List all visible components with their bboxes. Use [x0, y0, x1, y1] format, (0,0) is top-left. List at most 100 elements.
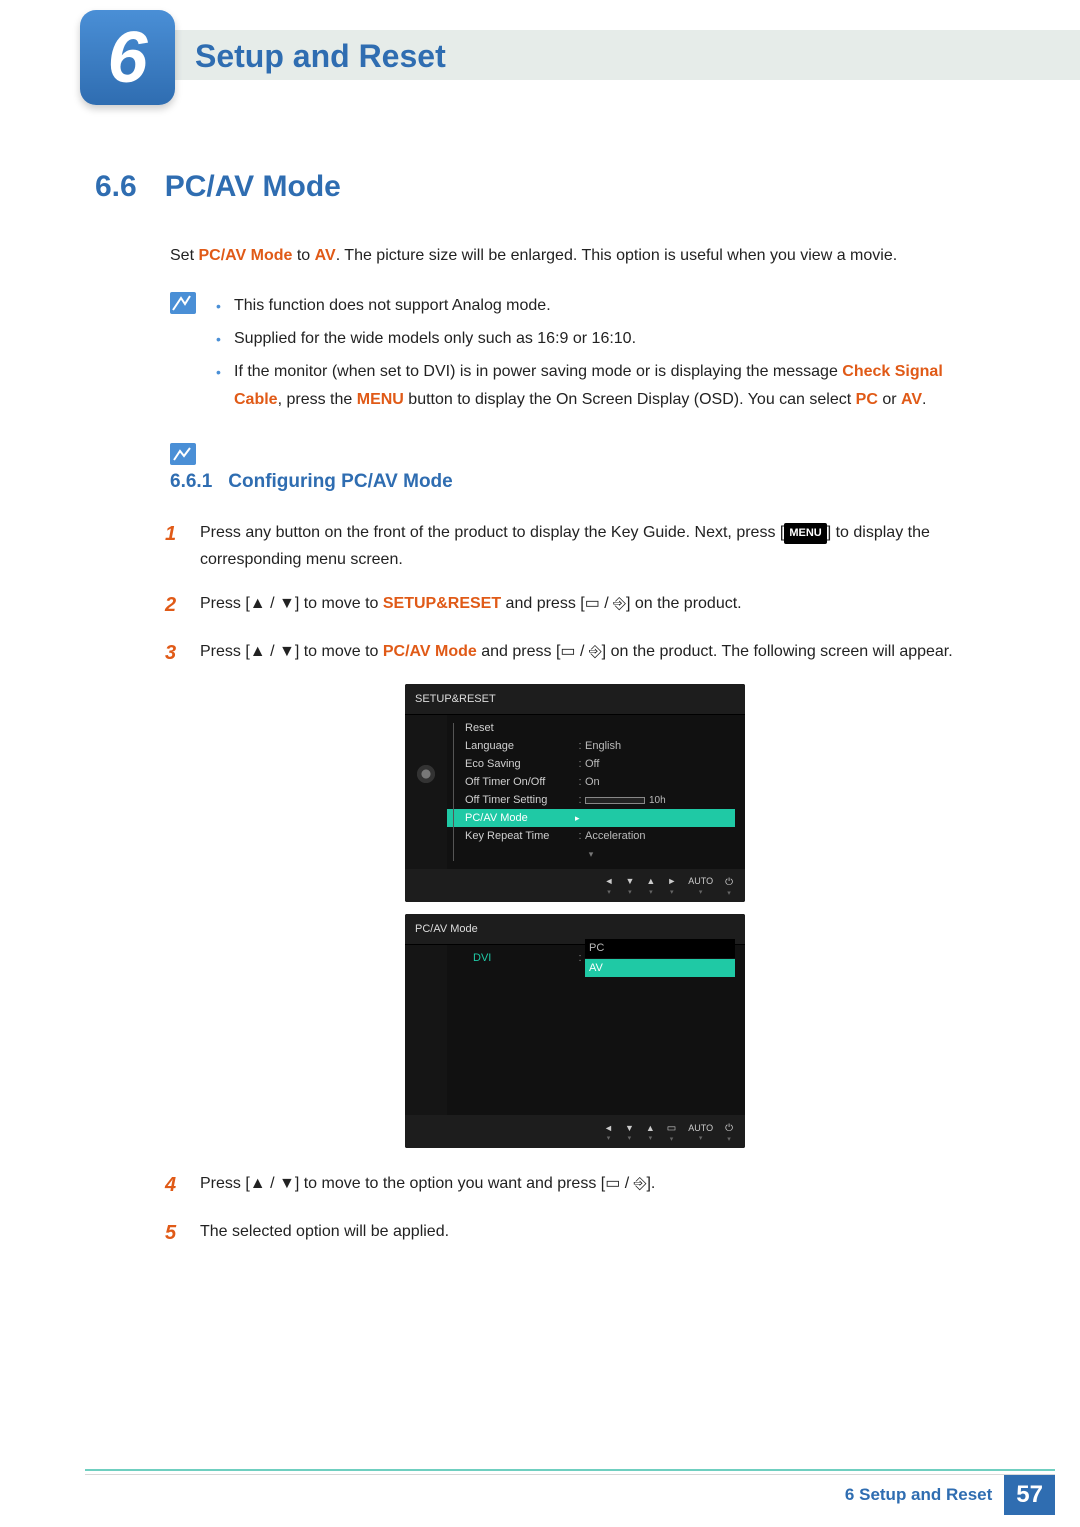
osd-value: On	[585, 773, 735, 792]
steps-list: 1 Press any button on the front of the p…	[165, 517, 985, 1250]
note-list: This function does not support Analog mo…	[216, 292, 985, 419]
section-heading: 6.6PC/AV Mode	[95, 170, 985, 204]
timer-value: 10h	[649, 795, 666, 806]
colon: :	[575, 773, 585, 792]
power-icon: ⏻	[725, 1120, 733, 1143]
page-number: 57	[1004, 1475, 1055, 1515]
keyword: PC/AV Mode	[383, 643, 477, 660]
osd-screenshots: SETUP&RESET Reset Language:English Eco S…	[165, 684, 985, 1149]
osd-sidebar	[405, 945, 447, 1115]
step-text: Press any button on the front of the pro…	[200, 517, 985, 573]
text: or	[878, 391, 901, 408]
step-item: 5 The selected option will be applied.	[165, 1216, 985, 1250]
gear-icon	[417, 765, 435, 783]
colon: :	[575, 791, 585, 810]
osd-label: Key Repeat Time	[465, 827, 575, 846]
auto-label: AUTO	[688, 1121, 713, 1142]
text: and press [	[501, 595, 585, 612]
keyword: PC	[856, 391, 878, 408]
arrow-right-icon: ▸	[575, 811, 580, 826]
text: ] to move to the option you want and pre…	[295, 1175, 605, 1192]
text: ] on the product.	[626, 595, 742, 612]
auto-label: AUTO	[688, 874, 713, 895]
osd-label: Off Timer Setting	[465, 791, 575, 810]
colon: :	[575, 827, 585, 846]
enter-icon: ▭ / ⎆	[560, 643, 601, 660]
step-item: 3 Press [▲ / ▼] to move to PC/AV Mode an…	[165, 636, 985, 670]
keyword: MENU	[357, 391, 404, 408]
step-text: The selected option will be applied.	[200, 1216, 985, 1250]
text: .	[922, 391, 926, 408]
note-icon	[170, 292, 196, 314]
osd-value: Acceleration	[585, 827, 735, 846]
osd-row-keyrepeat: Key Repeat Time:Acceleration	[447, 827, 735, 845]
up-down-icon: ▲ / ▼	[250, 595, 295, 612]
osd-footer-icons: ◄ ▼ ▲ ▭ AUTO ⏻	[405, 1115, 745, 1148]
text: Press [	[200, 595, 250, 612]
subsection-number: 6.6.1	[170, 471, 212, 492]
down-arrow-icon: ▾	[447, 845, 735, 864]
keyword: SETUP&RESET	[383, 595, 501, 612]
text: Press [	[200, 643, 250, 660]
chapter-title: Setup and Reset	[195, 38, 446, 75]
screen-icon: ▭	[667, 1120, 676, 1143]
subsection-title-text: Configuring PC/AV Mode	[228, 471, 452, 492]
nav-down-icon: ▼	[625, 874, 634, 895]
up-down-icon: ▲ / ▼	[250, 1175, 295, 1192]
osd-label: PC/AV Mode	[465, 809, 575, 828]
note-item: If the monitor (when set to DVI) is in p…	[216, 358, 985, 416]
osd-row-reset: Reset	[447, 719, 735, 737]
chapter-number-badge: 6	[80, 10, 175, 105]
osd-setup-reset: SETUP&RESET Reset Language:English Eco S…	[405, 684, 745, 902]
footer-rule-cyan	[85, 1469, 1055, 1471]
keyword: AV	[315, 247, 336, 264]
osd-title: SETUP&RESET	[405, 684, 745, 716]
slider-bar	[585, 797, 645, 804]
page-content: 6.6PC/AV Mode Set PC/AV Mode to AV. The …	[0, 110, 1080, 1250]
text: Press any button on the front of the pro…	[200, 524, 784, 541]
subsection-heading: 6.6.1 Configuring PC/AV Mode	[170, 471, 985, 493]
text: If the monitor (when set to DVI) is in p…	[234, 363, 842, 380]
note-item: Supplied for the wide models only such a…	[216, 325, 985, 354]
osd-label: Reset	[465, 719, 575, 738]
enter-icon: ▭ / ⎆	[605, 1175, 646, 1192]
footer-chapter: 6 Setup and Reset	[845, 1485, 992, 1505]
enter-icon: ▭ / ⎆	[585, 595, 626, 612]
text: . The picture size will be enlarged. Thi…	[336, 247, 897, 264]
nav-up-icon: ▲	[646, 1121, 655, 1142]
step-number: 5	[165, 1216, 185, 1250]
text: , press the	[278, 391, 357, 408]
nav-right-icon: ►	[667, 874, 676, 895]
osd-row-pcav-highlighted: PC/AV Mode▸	[447, 809, 735, 827]
step-number: 4	[165, 1168, 185, 1202]
step-number: 2	[165, 588, 185, 622]
osd-footer-icons: ◄ ▼ ▲ ► AUTO ⏻	[405, 869, 745, 902]
step-number: 3	[165, 636, 185, 670]
osd-menu-rows: Reset Language:English Eco Saving:Off Of…	[447, 715, 745, 868]
note-item: This function does not support Analog mo…	[216, 292, 985, 321]
nav-down-icon: ▼	[625, 1121, 634, 1142]
note-block: This function does not support Analog mo…	[170, 292, 985, 419]
text: button to display the On Screen Display …	[404, 391, 856, 408]
nav-up-icon: ▲	[646, 874, 655, 895]
text: Press [	[200, 1175, 250, 1192]
section-intro: Set PC/AV Mode to AV. The picture size w…	[170, 244, 985, 268]
keyword: AV	[901, 391, 922, 408]
osd-row-dvi: DVI : PC AV	[447, 949, 735, 967]
text: ].	[646, 1175, 655, 1192]
page-footer: 6 Setup and Reset 57	[0, 1475, 1080, 1515]
nav-left-icon: ◄	[604, 1121, 613, 1142]
colon: :	[575, 755, 585, 774]
osd-label: Eco Saving	[465, 755, 575, 774]
text: to	[292, 247, 314, 264]
menu-button-icon: MENU	[784, 523, 826, 544]
up-down-icon: ▲ / ▼	[250, 643, 295, 660]
osd-sidebar	[405, 715, 447, 868]
option-av-highlighted: AV	[585, 959, 735, 978]
text: Set	[170, 247, 198, 264]
page-header: 6 Setup and Reset	[0, 0, 1080, 110]
colon: :	[575, 949, 585, 968]
osd-value: 10h	[585, 791, 735, 810]
osd-label: DVI	[465, 949, 575, 968]
osd-value: Off	[585, 755, 735, 774]
